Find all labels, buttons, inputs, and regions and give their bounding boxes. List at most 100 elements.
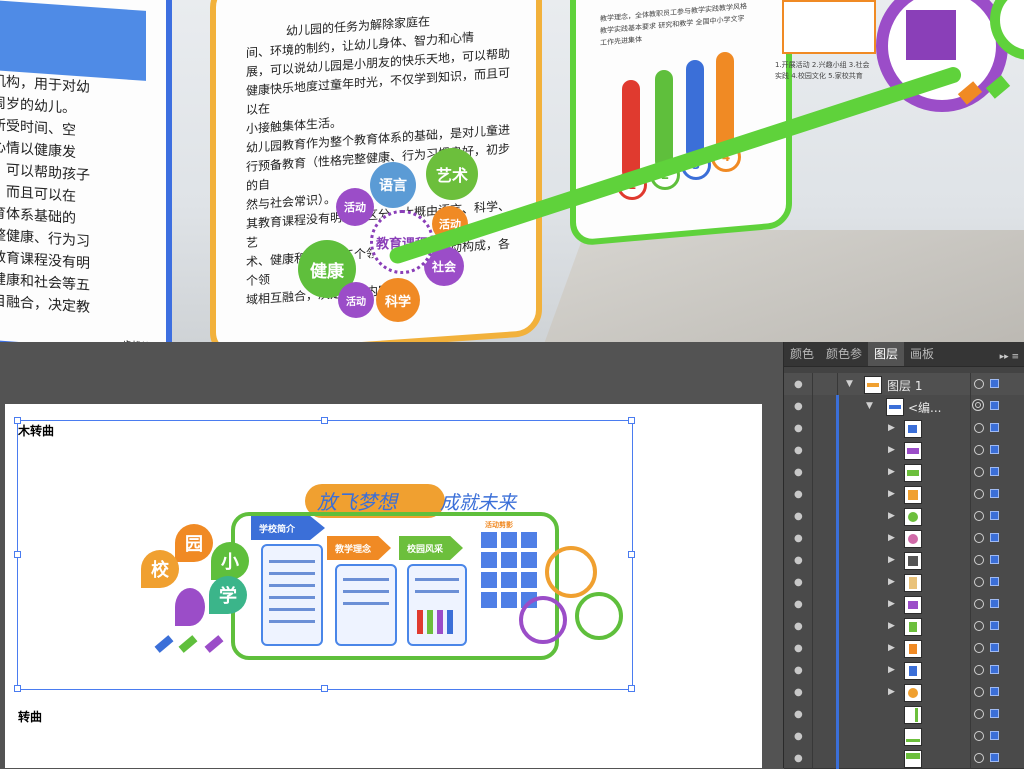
sublayer-row[interactable]: ● ▶ — [784, 527, 1024, 550]
visibility-eye-icon[interactable]: ● — [794, 731, 803, 742]
sublayer-row[interactable]: ● ▶ — [784, 439, 1024, 462]
target-icon[interactable] — [974, 467, 984, 477]
selection-handle[interactable] — [321, 685, 328, 692]
lock-toggle[interactable] — [812, 549, 838, 571]
sublayer-row[interactable]: ● ▶ — [784, 549, 1024, 572]
target-icon[interactable] — [974, 445, 984, 455]
visibility-eye-icon[interactable]: ● — [794, 445, 803, 456]
sublayer-row[interactable]: ● ▶ — [784, 417, 1024, 440]
expand-triangle-icon[interactable]: ▶ — [888, 621, 895, 631]
target-icon[interactable] — [974, 555, 984, 565]
target-icon[interactable] — [974, 511, 984, 521]
sublayer-row[interactable]: ● ▶ — [784, 637, 1024, 660]
lock-toggle[interactable] — [812, 615, 838, 637]
visibility-eye-icon[interactable]: ● — [794, 621, 803, 632]
sublayer-row[interactable]: ● ▶ — [784, 593, 1024, 616]
visibility-eye-icon[interactable]: ● — [794, 665, 803, 676]
selection-indicator[interactable] — [990, 467, 999, 476]
lock-toggle[interactable] — [812, 373, 838, 395]
selection-indicator[interactable] — [990, 687, 999, 696]
lock-toggle[interactable] — [812, 703, 838, 725]
lock-toggle[interactable] — [812, 637, 838, 659]
visibility-eye-icon[interactable]: ● — [794, 709, 803, 720]
selection-indicator[interactable] — [990, 665, 999, 674]
expand-triangle-icon[interactable]: ▶ — [888, 687, 895, 697]
selection-handle[interactable] — [321, 417, 328, 424]
selection-handle[interactable] — [628, 417, 635, 424]
expand-triangle-icon[interactable]: ▶ — [888, 489, 895, 499]
sublayer-row[interactable]: ● ▶ — [784, 505, 1024, 528]
selection-indicator[interactable] — [990, 599, 999, 608]
tab-layers[interactable]: 图层 — [868, 342, 905, 366]
selection-indicator[interactable] — [990, 709, 999, 718]
selection-indicator[interactable] — [990, 621, 999, 630]
selection-indicator[interactable] — [990, 401, 999, 410]
target-icon[interactable] — [974, 533, 984, 543]
selection-handle[interactable] — [14, 551, 21, 558]
lock-toggle[interactable] — [812, 747, 838, 769]
selection-indicator[interactable] — [990, 731, 999, 740]
lock-toggle[interactable] — [812, 571, 838, 593]
selection-indicator[interactable] — [990, 445, 999, 454]
expand-triangle-icon[interactable]: ▶ — [888, 665, 895, 675]
target-icon[interactable] — [974, 643, 984, 653]
selection-indicator[interactable] — [990, 489, 999, 498]
target-icon[interactable] — [974, 687, 984, 697]
visibility-eye-icon[interactable]: ● — [794, 577, 803, 588]
lock-toggle[interactable] — [812, 483, 838, 505]
layer-row-top[interactable]: ● ▼ 图层 1 — [784, 373, 1024, 396]
lock-toggle[interactable] — [812, 659, 838, 681]
sublayer-row[interactable]: ● ▶ — [784, 659, 1024, 682]
editor-canvas[interactable]: 木转曲 转曲 放飞梦想 成就未来 园 校 小 学 学校简介 教学理念 校园风采 — [0, 342, 783, 768]
visibility-eye-icon[interactable]: ● — [794, 753, 803, 764]
selection-indicator[interactable] — [990, 643, 999, 652]
selection-indicator[interactable] — [990, 577, 999, 586]
target-icon[interactable] — [974, 577, 984, 587]
sublayer-row[interactable]: ● ▶ — [784, 483, 1024, 506]
lock-toggle[interactable] — [812, 395, 838, 417]
layer-name[interactable]: 图层 1 — [887, 377, 922, 394]
visibility-eye-icon[interactable]: ● — [794, 533, 803, 544]
visibility-eye-icon[interactable]: ● — [794, 687, 803, 698]
selection-indicator[interactable] — [990, 511, 999, 520]
visibility-eye-icon[interactable]: ● — [794, 489, 803, 500]
selection-indicator[interactable] — [990, 423, 999, 432]
expand-triangle-icon[interactable]: ▶ — [888, 599, 895, 609]
expand-triangle-icon[interactable]: ▶ — [888, 511, 895, 521]
sublayer-row[interactable]: ● — [784, 703, 1024, 726]
lock-toggle[interactable] — [812, 439, 838, 461]
target-icon[interactable] — [974, 709, 984, 719]
target-icon[interactable] — [972, 399, 984, 411]
expand-triangle-icon[interactable]: ▶ — [888, 423, 895, 433]
panel-menu-icon[interactable]: ▸▸ ≡ — [994, 348, 1024, 366]
target-icon[interactable] — [974, 621, 984, 631]
sublayer-row[interactable]: ● — [784, 747, 1024, 769]
expand-triangle-icon[interactable]: ▶ — [888, 467, 895, 477]
target-icon[interactable] — [974, 599, 984, 609]
lock-toggle[interactable] — [812, 417, 838, 439]
selection-indicator[interactable] — [990, 753, 999, 762]
expand-triangle-icon[interactable]: ▼ — [846, 379, 853, 389]
target-icon[interactable] — [974, 489, 984, 499]
lock-toggle[interactable] — [812, 593, 838, 615]
tab-color-guide[interactable]: 颜色参 — [820, 342, 868, 366]
visibility-eye-icon[interactable]: ● — [794, 467, 803, 478]
visibility-eye-icon[interactable]: ● — [794, 555, 803, 566]
sublayer-row[interactable]: ● ▶ — [784, 461, 1024, 484]
wall-design-artwork[interactable]: 放飞梦想 成就未来 园 校 小 学 学校简介 教学理念 校园风采 活动剪影 — [135, 464, 635, 674]
target-icon[interactable] — [974, 423, 984, 433]
tab-color[interactable]: 颜色 — [784, 342, 820, 366]
visibility-eye-icon[interactable]: ● — [794, 599, 803, 610]
visibility-eye-icon[interactable]: ● — [794, 643, 803, 654]
layer-row-group[interactable]: ● ▼ <编... — [784, 395, 1024, 418]
visibility-eye-icon[interactable]: ● — [794, 423, 803, 434]
expand-triangle-icon[interactable]: ▶ — [888, 643, 895, 653]
target-icon[interactable] — [974, 379, 984, 389]
expand-triangle-icon[interactable]: ▼ — [866, 401, 873, 411]
selection-indicator[interactable] — [990, 555, 999, 564]
expand-triangle-icon[interactable]: ▶ — [888, 533, 895, 543]
selection-indicator[interactable] — [990, 533, 999, 542]
lock-toggle[interactable] — [812, 461, 838, 483]
sublayer-row[interactable]: ● ▶ — [784, 571, 1024, 594]
selection-indicator[interactable] — [990, 379, 999, 388]
